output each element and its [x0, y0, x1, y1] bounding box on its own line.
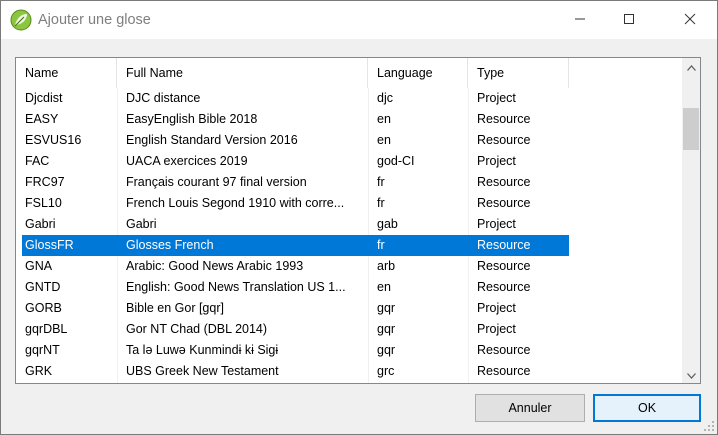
cell-type: Project	[477, 322, 516, 336]
table-row[interactable]: ESVUS16 English Standard Version 2016 en Re…	[16, 130, 682, 151]
cell-name: GRK	[25, 364, 53, 378]
table-row[interactable]: gqrNT Ta lə Luwə Kunmindɨ kɨ Sigɨ gqr Resou…	[16, 340, 682, 361]
column-header-language[interactable]: Language	[368, 58, 468, 88]
cell-type: Resource	[477, 364, 531, 378]
cell-name: GORB	[25, 301, 62, 315]
cell-name: GNA	[25, 259, 53, 273]
column-header-name[interactable]: Name	[16, 58, 117, 88]
cell-full-name: EasyEnglish Bible 2018	[126, 112, 258, 126]
cell-full-name: Français courant 97 final version	[126, 175, 307, 189]
vertical-scrollbar[interactable]	[682, 58, 700, 383]
table-row[interactable]: FAC UACA exercices 2019 god-CI Project	[16, 151, 682, 172]
cell-language: gab	[377, 217, 398, 231]
cell-language: fr	[377, 196, 385, 210]
resize-grip-icon[interactable]	[703, 420, 715, 432]
scroll-up-button[interactable]	[682, 58, 700, 75]
cell-language: arb	[377, 259, 396, 273]
cell-full-name: DJC distance	[126, 91, 201, 105]
table-row[interactable]: GRK UBS Greek New Testament grc Resource	[16, 361, 682, 382]
minimize-icon	[574, 13, 586, 28]
cell-type: Project	[477, 301, 516, 315]
column-header-type[interactable]: Type	[468, 58, 569, 88]
cell-name: GlossFR	[25, 238, 74, 252]
cell-name: FRC97	[25, 175, 65, 189]
cell-language: en	[377, 280, 391, 294]
maximize-button[interactable]	[606, 1, 652, 39]
cell-name: EASY	[25, 112, 59, 126]
cell-language: grc	[377, 364, 395, 378]
cell-language: en	[377, 133, 391, 147]
cell-type: Resource	[477, 343, 531, 357]
dialog-window: Ajouter une glose Name Full Name Languag…	[0, 0, 718, 435]
cell-name: GNTD	[25, 280, 61, 294]
table-row[interactable]: GNA Arabic: Good News Arabic 1993 arb Resou…	[16, 256, 682, 277]
cell-language: gqr	[377, 322, 396, 336]
cell-language: gqr	[377, 301, 396, 315]
cell-language: en	[377, 112, 391, 126]
cell-type: Resource	[477, 112, 531, 126]
cell-type: Resource	[477, 175, 531, 189]
cell-name: gqrDBL	[25, 322, 68, 336]
close-button[interactable]	[667, 1, 713, 39]
cancel-button[interactable]: Annuler	[475, 394, 585, 422]
title-bar[interactable]: Ajouter une glose	[1, 1, 717, 39]
cell-language: gqr	[377, 343, 396, 357]
table-row[interactable]: GlossFR Glosses French fr Resource	[16, 235, 682, 256]
cell-full-name: UBS Greek New Testament	[126, 364, 279, 378]
cell-full-name: Gor NT Chad (DBL 2014)	[126, 322, 268, 336]
cell-full-name: English Standard Version 2016	[126, 133, 298, 147]
cell-full-name: Bible en Gor [gqr]	[126, 301, 224, 315]
cell-type: Project	[477, 154, 516, 168]
cell-full-name: French Louis Segond 1910 with corre...	[126, 196, 345, 210]
cell-type: Resource	[477, 196, 531, 210]
cell-full-name: Gabri	[126, 217, 157, 231]
scroll-thumb[interactable]	[683, 108, 699, 150]
maximize-icon	[623, 13, 635, 28]
cell-full-name: Ta lə Luwə Kunmindɨ kɨ Sigɨ	[126, 343, 279, 357]
list-header: Name Full Name Language Type	[16, 58, 682, 88]
column-header-full-name[interactable]: Full Name	[117, 58, 368, 88]
chevron-up-icon	[686, 60, 696, 74]
cell-name: FAC	[25, 154, 50, 168]
table-row[interactable]: FRC97 Français courant 97 final version fr…	[16, 172, 682, 193]
cell-name: gqrNT	[25, 343, 60, 357]
cell-type: Project	[477, 217, 516, 231]
cell-type: Resource	[477, 280, 531, 294]
cell-language: god-CI	[377, 154, 415, 168]
close-icon	[684, 13, 696, 28]
cell-type: Resource	[477, 259, 531, 273]
table-row[interactable]: Gabri Gabri gab Project	[16, 214, 682, 235]
table-row[interactable]: GORB Bible en Gor [gqr] gqr Project	[16, 298, 682, 319]
cell-type: Resource	[477, 238, 531, 252]
table-row[interactable]: Djcdist DJC distance djc Project	[16, 88, 682, 109]
leaf-icon	[10, 9, 32, 31]
cell-name: ESVUS16	[25, 133, 82, 147]
scroll-down-button[interactable]	[682, 366, 700, 383]
cell-name: Djcdist	[25, 91, 63, 105]
cell-full-name: English: Good News Translation US 1...	[126, 280, 346, 294]
table-row[interactable]: gqrDBL Gor NT Chad (DBL 2014) gqr Project	[16, 319, 682, 340]
cell-language: fr	[377, 238, 385, 252]
cell-language: djc	[377, 91, 393, 105]
window-title: Ajouter une glose	[38, 12, 151, 28]
cell-full-name: Arabic: Good News Arabic 1993	[126, 259, 304, 273]
cell-full-name: UACA exercices 2019	[126, 154, 248, 168]
cell-full-name: Glosses French	[126, 238, 214, 252]
table-row[interactable]: EASY EasyEnglish Bible 2018 en Resource	[16, 109, 682, 130]
gloss-list[interactable]: Name Full Name Language Type Djcdist DJC …	[15, 57, 701, 384]
cell-name: FSL10	[25, 196, 62, 210]
table-row[interactable]: FSL10 French Louis Segond 1910 with corre…	[16, 193, 682, 214]
ok-button[interactable]: OK	[593, 394, 701, 422]
cell-name: Gabri	[25, 217, 56, 231]
table-row[interactable]: GNTD English: Good News Translation US 1.…	[16, 277, 682, 298]
minimize-button[interactable]	[557, 1, 603, 39]
cell-language: fr	[377, 175, 385, 189]
cell-type: Project	[477, 91, 516, 105]
chevron-down-icon	[686, 368, 696, 382]
cell-type: Resource	[477, 133, 531, 147]
